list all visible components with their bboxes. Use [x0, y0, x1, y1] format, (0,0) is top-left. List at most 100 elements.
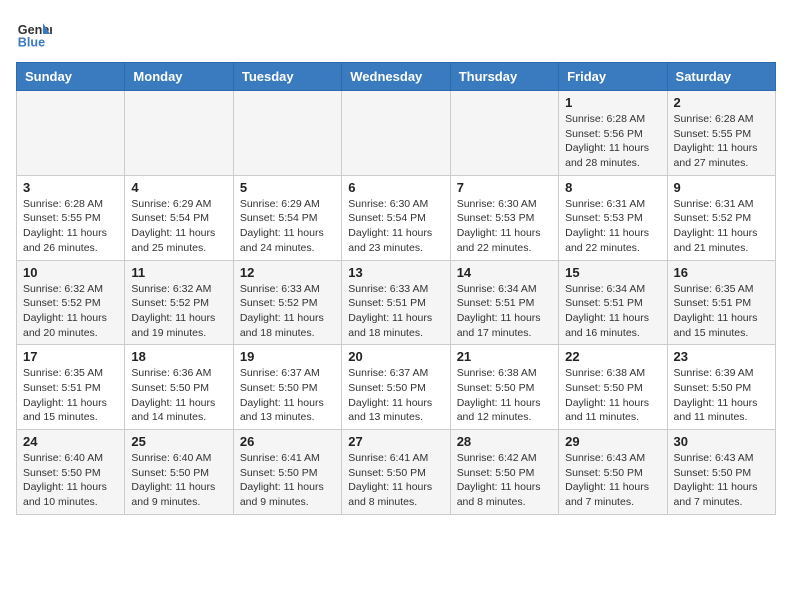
week-row-2: 3 Sunrise: 6:28 AM Sunset: 5:55 PM Daylig… — [17, 175, 776, 260]
day-number: 11 — [131, 265, 226, 280]
day-cell: 3 Sunrise: 6:28 AM Sunset: 5:55 PM Daylig… — [17, 175, 125, 260]
day-cell: 10 Sunrise: 6:32 AM Sunset: 5:52 PM Dayli… — [17, 260, 125, 345]
day-cell — [17, 91, 125, 176]
day-number: 21 — [457, 349, 552, 364]
day-cell: 6 Sunrise: 6:30 AM Sunset: 5:54 PM Daylig… — [342, 175, 450, 260]
day-number: 18 — [131, 349, 226, 364]
day-cell: 1 Sunrise: 6:28 AM Sunset: 5:56 PM Daylig… — [559, 91, 667, 176]
day-number: 29 — [565, 434, 660, 449]
calendar-table: SundayMondayTuesdayWednesdayThursdayFrid… — [16, 62, 776, 515]
week-row-4: 17 Sunrise: 6:35 AM Sunset: 5:51 PM Dayli… — [17, 345, 776, 430]
logo: General Blue — [16, 16, 56, 52]
weekday-header-row: SundayMondayTuesdayWednesdayThursdayFrid… — [17, 63, 776, 91]
week-row-3: 10 Sunrise: 6:32 AM Sunset: 5:52 PM Dayli… — [17, 260, 776, 345]
day-number: 16 — [674, 265, 769, 280]
weekday-header-wednesday: Wednesday — [342, 63, 450, 91]
weekday-header-thursday: Thursday — [450, 63, 558, 91]
day-cell: 19 Sunrise: 6:37 AM Sunset: 5:50 PM Dayli… — [233, 345, 341, 430]
day-cell: 26 Sunrise: 6:41 AM Sunset: 5:50 PM Dayli… — [233, 430, 341, 515]
day-cell: 14 Sunrise: 6:34 AM Sunset: 5:51 PM Dayli… — [450, 260, 558, 345]
day-cell: 12 Sunrise: 6:33 AM Sunset: 5:52 PM Dayli… — [233, 260, 341, 345]
day-number: 3 — [23, 180, 118, 195]
day-detail: Sunrise: 6:38 AM Sunset: 5:50 PM Dayligh… — [457, 366, 552, 425]
logo-icon: General Blue — [16, 16, 52, 52]
day-cell: 29 Sunrise: 6:43 AM Sunset: 5:50 PM Dayli… — [559, 430, 667, 515]
day-number: 15 — [565, 265, 660, 280]
week-row-5: 24 Sunrise: 6:40 AM Sunset: 5:50 PM Dayli… — [17, 430, 776, 515]
day-detail: Sunrise: 6:41 AM Sunset: 5:50 PM Dayligh… — [240, 451, 335, 510]
day-number: 25 — [131, 434, 226, 449]
day-detail: Sunrise: 6:35 AM Sunset: 5:51 PM Dayligh… — [23, 366, 118, 425]
day-number: 12 — [240, 265, 335, 280]
day-number: 17 — [23, 349, 118, 364]
day-cell: 17 Sunrise: 6:35 AM Sunset: 5:51 PM Dayli… — [17, 345, 125, 430]
day-number: 22 — [565, 349, 660, 364]
day-detail: Sunrise: 6:28 AM Sunset: 5:55 PM Dayligh… — [23, 197, 118, 256]
day-cell: 11Sunrise: 6:32 AM Sunset: 5:52 PM Dayli… — [125, 260, 233, 345]
day-detail: Sunrise: 6:40 AM Sunset: 5:50 PM Dayligh… — [131, 451, 226, 510]
weekday-header-monday: Monday — [125, 63, 233, 91]
day-number: 13 — [348, 265, 443, 280]
weekday-header-saturday: Saturday — [667, 63, 775, 91]
day-detail: Sunrise: 6:42 AM Sunset: 5:50 PM Dayligh… — [457, 451, 552, 510]
day-cell: 27 Sunrise: 6:41 AM Sunset: 5:50 PM Dayli… — [342, 430, 450, 515]
day-detail: Sunrise: 6:37 AM Sunset: 5:50 PM Dayligh… — [348, 366, 443, 425]
day-number: 4 — [131, 180, 226, 195]
day-number: 30 — [674, 434, 769, 449]
day-detail: Sunrise: 6:38 AM Sunset: 5:50 PM Dayligh… — [565, 366, 660, 425]
day-number: 27 — [348, 434, 443, 449]
day-cell: 20Sunrise: 6:37 AM Sunset: 5:50 PM Dayli… — [342, 345, 450, 430]
day-detail: Sunrise: 6:33 AM Sunset: 5:52 PM Dayligh… — [240, 282, 335, 341]
day-detail: Sunrise: 6:30 AM Sunset: 5:53 PM Dayligh… — [457, 197, 552, 256]
day-number: 6 — [348, 180, 443, 195]
day-cell: 18Sunrise: 6:36 AM Sunset: 5:50 PM Dayli… — [125, 345, 233, 430]
day-cell: 9Sunrise: 6:31 AM Sunset: 5:52 PM Daylig… — [667, 175, 775, 260]
day-number: 26 — [240, 434, 335, 449]
day-number: 23 — [674, 349, 769, 364]
day-number: 10 — [23, 265, 118, 280]
page-header: General Blue — [16, 16, 776, 52]
day-detail: Sunrise: 6:31 AM Sunset: 5:52 PM Dayligh… — [674, 197, 769, 256]
day-cell: 28Sunrise: 6:42 AM Sunset: 5:50 PM Dayli… — [450, 430, 558, 515]
day-cell: 25 Sunrise: 6:40 AM Sunset: 5:50 PM Dayli… — [125, 430, 233, 515]
day-cell: 7 Sunrise: 6:30 AM Sunset: 5:53 PM Daylig… — [450, 175, 558, 260]
day-detail: Sunrise: 6:29 AM Sunset: 5:54 PM Dayligh… — [131, 197, 226, 256]
day-detail: Sunrise: 6:43 AM Sunset: 5:50 PM Dayligh… — [674, 451, 769, 510]
day-cell — [450, 91, 558, 176]
day-number: 1 — [565, 95, 660, 110]
day-detail: Sunrise: 6:30 AM Sunset: 5:54 PM Dayligh… — [348, 197, 443, 256]
day-detail: Sunrise: 6:43 AM Sunset: 5:50 PM Dayligh… — [565, 451, 660, 510]
day-detail: Sunrise: 6:41 AM Sunset: 5:50 PM Dayligh… — [348, 451, 443, 510]
day-cell: 21 Sunrise: 6:38 AM Sunset: 5:50 PM Dayli… — [450, 345, 558, 430]
day-detail: Sunrise: 6:34 AM Sunset: 5:51 PM Dayligh… — [457, 282, 552, 341]
weekday-header-sunday: Sunday — [17, 63, 125, 91]
day-number: 19 — [240, 349, 335, 364]
day-detail: Sunrise: 6:37 AM Sunset: 5:50 PM Dayligh… — [240, 366, 335, 425]
day-cell: 4 Sunrise: 6:29 AM Sunset: 5:54 PM Daylig… — [125, 175, 233, 260]
day-detail: Sunrise: 6:33 AM Sunset: 5:51 PM Dayligh… — [348, 282, 443, 341]
day-detail: Sunrise: 6:40 AM Sunset: 5:50 PM Dayligh… — [23, 451, 118, 510]
weekday-header-tuesday: Tuesday — [233, 63, 341, 91]
day-number: 8 — [565, 180, 660, 195]
day-number: 5 — [240, 180, 335, 195]
day-number: 14 — [457, 265, 552, 280]
day-cell: 23 Sunrise: 6:39 AM Sunset: 5:50 PM Dayli… — [667, 345, 775, 430]
day-cell: 13 Sunrise: 6:33 AM Sunset: 5:51 PM Dayli… — [342, 260, 450, 345]
day-cell — [125, 91, 233, 176]
day-cell: 30 Sunrise: 6:43 AM Sunset: 5:50 PM Dayli… — [667, 430, 775, 515]
day-cell: 8Sunrise: 6:31 AM Sunset: 5:53 PM Daylig… — [559, 175, 667, 260]
day-detail: Sunrise: 6:32 AM Sunset: 5:52 PM Dayligh… — [23, 282, 118, 341]
week-row-1: 1 Sunrise: 6:28 AM Sunset: 5:56 PM Daylig… — [17, 91, 776, 176]
day-cell: 2Sunrise: 6:28 AM Sunset: 5:55 PM Daylig… — [667, 91, 775, 176]
day-detail: Sunrise: 6:39 AM Sunset: 5:50 PM Dayligh… — [674, 366, 769, 425]
day-detail: Sunrise: 6:28 AM Sunset: 5:56 PM Dayligh… — [565, 112, 660, 171]
day-cell: 5 Sunrise: 6:29 AM Sunset: 5:54 PM Daylig… — [233, 175, 341, 260]
day-detail: Sunrise: 6:34 AM Sunset: 5:51 PM Dayligh… — [565, 282, 660, 341]
day-cell: 24 Sunrise: 6:40 AM Sunset: 5:50 PM Dayli… — [17, 430, 125, 515]
svg-text:Blue: Blue — [18, 36, 45, 50]
day-detail: Sunrise: 6:29 AM Sunset: 5:54 PM Dayligh… — [240, 197, 335, 256]
weekday-header-friday: Friday — [559, 63, 667, 91]
day-cell — [233, 91, 341, 176]
day-number: 7 — [457, 180, 552, 195]
day-number: 24 — [23, 434, 118, 449]
